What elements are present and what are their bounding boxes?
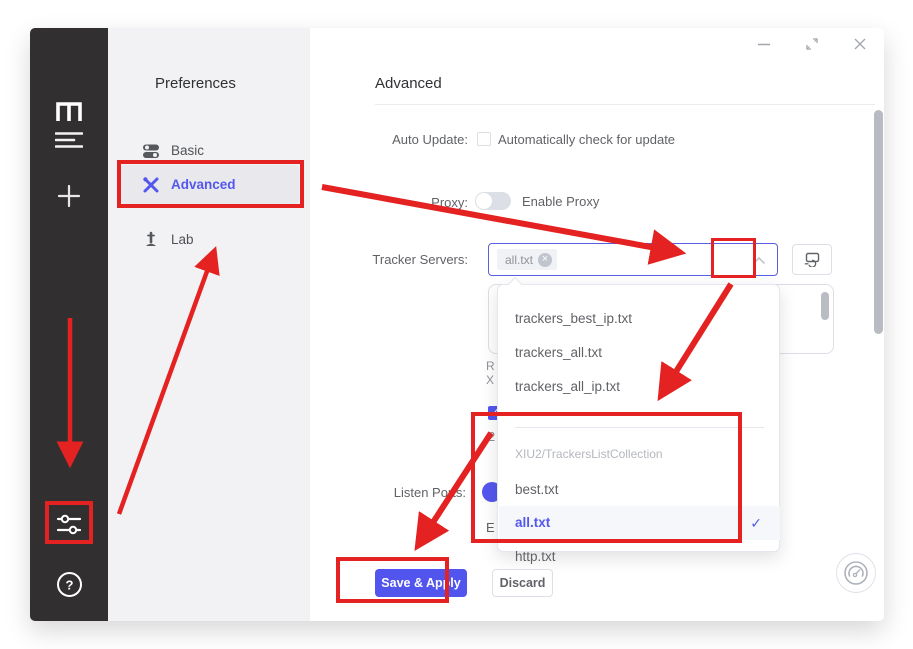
speedometer-icon [844, 561, 868, 585]
task-list-icon [55, 132, 83, 148]
check-icon: ✓ [750, 515, 762, 531]
listen-ports-label: Listen Ports: [393, 485, 466, 500]
proxy-toggle-label: Enable Proxy [522, 194, 600, 209]
tools-icon [143, 176, 159, 192]
menu-item-advanced[interactable]: Advanced [121, 165, 299, 204]
tag-label: all.txt [505, 252, 534, 267]
tracker-dropdown: trackers_best_ip.txt trackers_all.txt tr… [497, 276, 780, 564]
minimize-button[interactable] [756, 36, 772, 52]
panel-title: Preferences [155, 75, 236, 92]
minimize-icon [758, 43, 770, 46]
auto-update-checkbox[interactable] [477, 132, 491, 146]
menu-item-label: Advanced [171, 177, 236, 192]
speed-limit-button[interactable] [836, 553, 876, 593]
tracker-servers-label: Tracker Servers: [372, 252, 468, 267]
help-icon: ? [56, 571, 82, 597]
motrix-logo-icon [56, 102, 82, 121]
dropdown-option[interactable]: best.txt [499, 473, 780, 507]
selected-tracker-tag: all.txt × [497, 249, 558, 270]
sync-trackers-button[interactable] [792, 244, 832, 275]
proxy-toggle[interactable] [475, 192, 511, 210]
lab-icon [146, 231, 156, 246]
toggle-knob [476, 193, 492, 209]
sync-icon [804, 252, 820, 267]
dropdown-group-label: XIU2/TrackersListCollection [515, 447, 663, 461]
restore-button[interactable] [804, 36, 820, 52]
dropdown-option-selected[interactable]: all.txt ✓ [499, 506, 780, 540]
preferences-panel: Preferences Basic Advanced Lab [108, 28, 310, 621]
restore-icon [806, 38, 818, 50]
helper-text-clipped: X [486, 373, 495, 387]
tag-close-icon[interactable]: × [538, 252, 553, 267]
window-scrollbar[interactable] [874, 110, 883, 334]
advanced-settings-page: Advanced Auto Update: Automatically chec… [310, 28, 884, 621]
close-icon [854, 38, 866, 50]
close-button[interactable] [852, 36, 868, 52]
menu-item-lab[interactable]: Lab [121, 220, 299, 259]
menu-item-label: Lab [171, 232, 194, 247]
sidebar-item-preferences[interactable] [30, 509, 108, 541]
app-window: ? Preferences Basic Advanced Lab Advance… [30, 28, 884, 621]
option-label: all.txt [515, 515, 551, 530]
helper-text-clipped: R [486, 359, 495, 373]
dropdown-divider [515, 427, 764, 428]
sliders-settings-icon [56, 514, 82, 535]
tracker-servers-select[interactable]: all.txt × [488, 243, 778, 276]
app-sidebar: ? [30, 28, 108, 621]
label-clipped: E [486, 520, 495, 535]
textarea-scrollbar[interactable] [821, 292, 829, 320]
dropdown-option[interactable]: trackers_all_ip.txt [499, 370, 780, 404]
proxy-label: Proxy: [431, 195, 468, 210]
plus-icon [57, 184, 81, 208]
dropdown-option[interactable]: trackers_all.txt [499, 336, 780, 370]
screenshot-stage: ? Preferences Basic Advanced Lab Advance… [0, 0, 913, 649]
sidebar-item-help[interactable]: ? [30, 568, 108, 600]
window-controls [756, 36, 868, 52]
discard-button[interactable]: Discard [492, 569, 553, 597]
chevron-up-icon[interactable] [753, 256, 765, 264]
auto-update-label: Auto Update: [392, 132, 468, 147]
toggles-icon [143, 144, 159, 158]
auto-update-checkbox-label: Automatically check for update [498, 132, 676, 147]
header-divider [375, 104, 875, 105]
svg-text:?: ? [65, 577, 73, 592]
sidebar-item-task-list[interactable] [30, 124, 108, 156]
save-apply-button[interactable]: Save & Apply [375, 569, 467, 597]
sidebar-item-add-task[interactable] [30, 180, 108, 212]
page-title: Advanced [375, 75, 442, 92]
menu-item-label: Basic [171, 143, 205, 158]
dropdown-notch [507, 276, 523, 292]
dropdown-option[interactable]: trackers_best_ip.txt [499, 302, 780, 336]
